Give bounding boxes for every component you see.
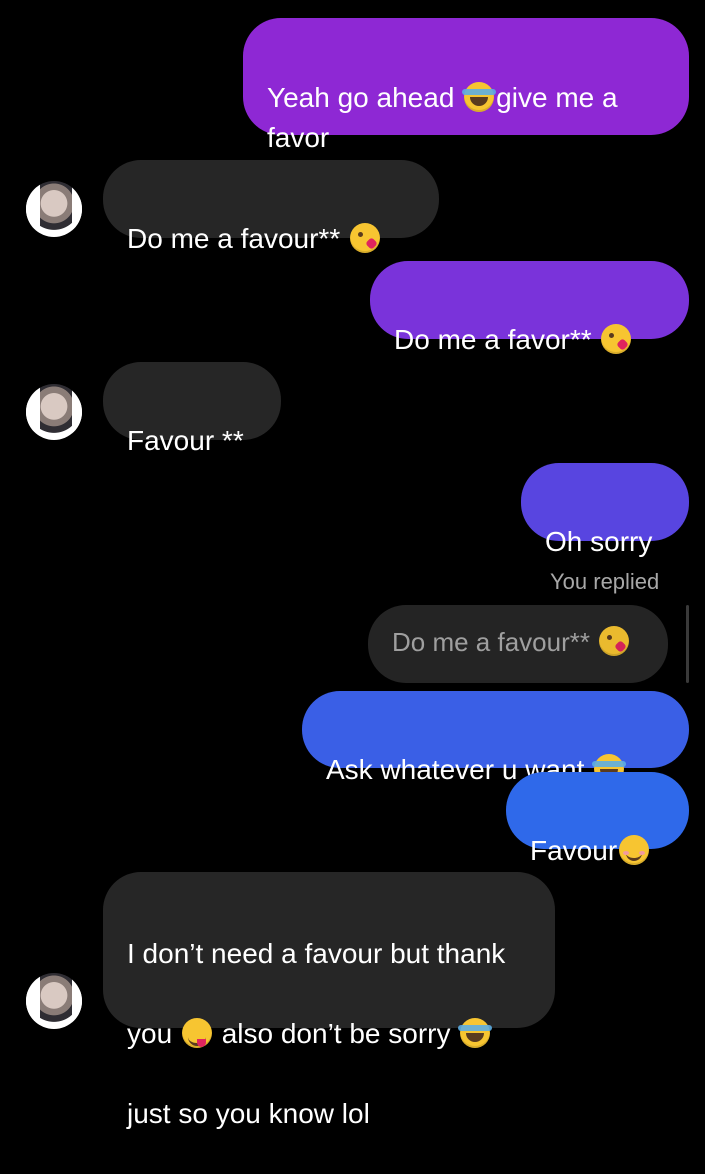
savoring-food-emoji-icon — [181, 1018, 212, 1048]
blowing-kiss-emoji-icon — [599, 626, 630, 656]
message-text: Oh sorry — [545, 526, 653, 557]
message-text: also don’t be sorry — [213, 1018, 459, 1049]
tears-of-joy-emoji-icon — [462, 82, 497, 112]
outgoing-message-1[interactable]: Yeah go ahead give me a favor — [243, 18, 689, 153]
message-text: you — [127, 1018, 180, 1049]
message-text: Do me a favour** — [127, 223, 348, 254]
quoted-text: Do me a favour** — [392, 627, 598, 657]
incoming-message-2[interactable]: Do me a favour** — [103, 160, 439, 254]
message-line-3: just so you know lol — [127, 1098, 370, 1129]
outgoing-message-3[interactable]: Do me a favor** — [370, 261, 689, 355]
contact-avatar[interactable] — [26, 181, 82, 237]
incoming-message-8[interactable]: I don’t need a favour but thank you also… — [103, 872, 555, 1129]
message-text: Yeah go ahead — [267, 82, 463, 113]
you-replied-label: You replied — [550, 569, 660, 594]
tears-of-joy-emoji-icon — [458, 1018, 493, 1048]
message-text: Favour ** — [127, 425, 244, 456]
contact-avatar[interactable] — [26, 973, 82, 1029]
quoted-reply-bubble[interactable]: Do me a favour** — [368, 605, 668, 683]
blowing-kiss-emoji-icon — [601, 324, 632, 354]
outgoing-message-5[interactable]: Oh sorry — [521, 463, 689, 557]
blowing-kiss-emoji-icon — [350, 223, 380, 253]
message-text: Favour — [530, 835, 618, 866]
outgoing-message-6[interactable]: Ask whatever u want — [302, 691, 689, 785]
reply-indicator-bar — [686, 605, 689, 683]
incoming-message-4[interactable]: Favour ** — [103, 362, 281, 456]
contact-avatar[interactable] — [26, 384, 82, 440]
message-line-1: I don’t need a favour but thank — [127, 938, 506, 969]
message-text: Do me a favor** — [394, 324, 600, 355]
smiling-emoji-icon — [619, 835, 650, 865]
message-line-2: you also don’t be sorry — [127, 1014, 531, 1054]
outgoing-message-7[interactable]: Favour — [506, 772, 689, 866]
